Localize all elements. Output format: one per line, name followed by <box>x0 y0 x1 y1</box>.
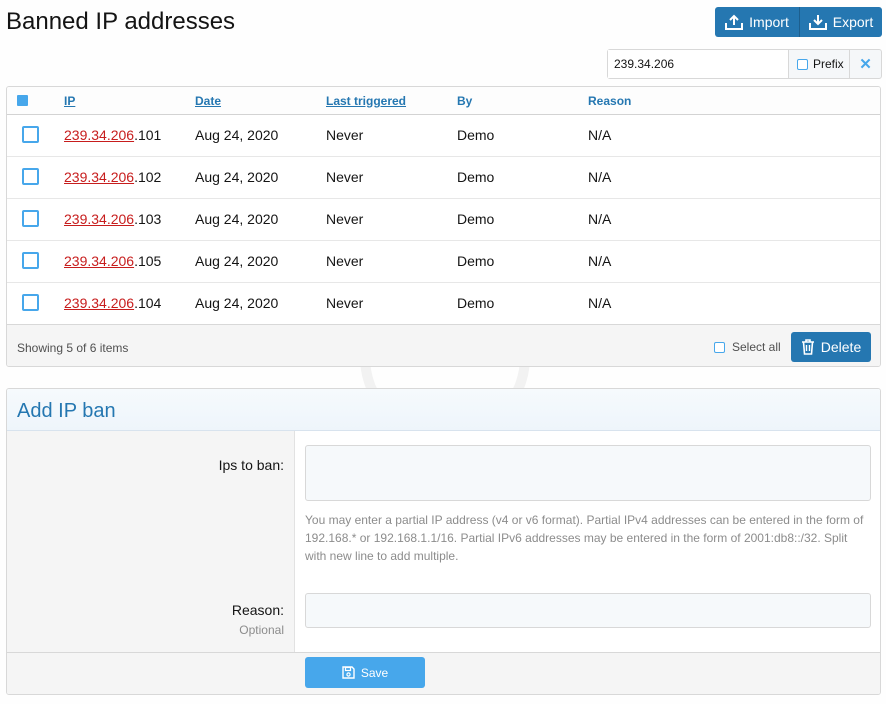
column-header-reason: Reason <box>588 94 632 108</box>
by-cell: Demo <box>457 295 495 311</box>
ips-to-ban-textarea[interactable] <box>305 445 871 501</box>
select-all-box[interactable] <box>714 341 725 353</box>
column-header-date[interactable]: Date <box>195 94 221 108</box>
by-cell: Demo <box>457 169 495 185</box>
reason-cell: N/A <box>588 169 612 185</box>
table-footer: Showing 5 of 6 items Select all Delete <box>7 324 880 366</box>
ip-suffix: .101 <box>134 127 162 143</box>
import-label: Import <box>749 14 789 30</box>
export-label: Export <box>832 14 874 30</box>
column-header-last-triggered[interactable]: Last triggered <box>326 94 406 108</box>
date-cell: Aug 24, 2020 <box>195 169 279 185</box>
delete-button[interactable]: Delete <box>791 332 871 362</box>
last-triggered-cell: Never <box>326 169 364 185</box>
column-header-ip[interactable]: IP <box>64 94 75 108</box>
reason-cell: N/A <box>588 127 612 143</box>
ip-cell: 239.34.206.105 <box>64 253 161 269</box>
ip-cell: 239.34.206.104 <box>64 295 161 311</box>
select-all-checkbox[interactable]: Select all <box>714 340 781 354</box>
reason-optional-label: Optional <box>239 623 284 637</box>
table-header: IP Date Last triggered By Reason <box>7 87 880 115</box>
table-row: 239.34.206.105 Aug 24, 2020 Never Demo N… <box>7 241 880 283</box>
by-cell: Demo <box>457 211 495 227</box>
banned-ip-table: IP Date Last triggered By Reason 239.34.… <box>6 86 881 367</box>
save-button[interactable]: Save <box>305 657 425 688</box>
row-checkbox[interactable] <box>22 252 39 269</box>
filter-bar: Prefix ✕ <box>607 49 882 79</box>
floppy-icon <box>342 666 355 679</box>
reason-label: Reason: <box>231 602 284 618</box>
table-row: 239.34.206.101 Aug 24, 2020 Never Demo N… <box>7 115 880 157</box>
table-row: 239.34.206.104 Aug 24, 2020 Never Demo N… <box>7 283 880 325</box>
row-checkbox[interactable] <box>22 126 39 143</box>
ip-suffix: .104 <box>134 295 162 311</box>
reason-input[interactable] <box>305 593 871 628</box>
by-cell: Demo <box>457 253 495 269</box>
row-checkbox[interactable] <box>22 210 39 227</box>
ip-cell: 239.34.206.101 <box>64 127 161 143</box>
ip-prefix-link[interactable]: 239.34.206 <box>64 211 134 227</box>
ip-prefix-link[interactable]: 239.34.206 <box>64 295 134 311</box>
row-checkbox[interactable] <box>22 168 39 185</box>
reason-cell: N/A <box>588 295 612 311</box>
last-triggered-cell: Never <box>326 295 364 311</box>
ip-prefix-link[interactable]: 239.34.206 <box>64 127 134 143</box>
clear-filter-button[interactable]: ✕ <box>850 50 881 78</box>
date-cell: Aug 24, 2020 <box>195 127 279 143</box>
prefix-checkbox-box[interactable] <box>797 58 808 70</box>
filter-input[interactable] <box>608 50 789 78</box>
date-cell: Aug 24, 2020 <box>195 211 279 227</box>
ip-cell: 239.34.206.103 <box>64 211 161 227</box>
last-triggered-cell: Never <box>326 127 364 143</box>
page-title: Banned IP addresses <box>6 8 236 35</box>
ip-suffix: .103 <box>134 211 162 227</box>
form-title: Add IP ban <box>7 389 880 431</box>
table-row: 239.34.206.102 Aug 24, 2020 Never Demo N… <box>7 157 880 199</box>
trash-icon <box>801 339 814 355</box>
ips-to-ban-label: Ips to ban: <box>218 457 284 473</box>
import-export-group: Import Export <box>715 7 882 37</box>
close-icon: ✕ <box>859 56 872 73</box>
prefix-checkbox[interactable]: Prefix <box>789 50 850 78</box>
reason-cell: N/A <box>588 253 612 269</box>
prefix-label: Prefix <box>813 57 844 71</box>
header-select-all-checkbox[interactable] <box>17 95 28 106</box>
add-ip-ban-form: Add IP ban Ips to ban: You may enter a p… <box>6 388 881 695</box>
last-triggered-cell: Never <box>326 253 364 269</box>
form-footer: Save <box>7 652 880 694</box>
table-row: 239.34.206.103 Aug 24, 2020 Never Demo N… <box>7 199 880 241</box>
ip-suffix: .102 <box>134 169 162 185</box>
row-checkbox[interactable] <box>22 294 39 311</box>
ip-suffix: .105 <box>134 253 162 269</box>
form-body: Ips to ban: You may enter a partial IP a… <box>7 431 880 652</box>
column-header-by: By <box>457 94 473 108</box>
save-label: Save <box>360 665 389 680</box>
import-button[interactable]: Import <box>715 7 800 37</box>
date-cell: Aug 24, 2020 <box>195 295 279 311</box>
ip-prefix-link[interactable]: 239.34.206 <box>64 169 134 185</box>
select-all-label: Select all <box>732 340 781 354</box>
export-button[interactable]: Export <box>800 7 882 37</box>
reason-cell: N/A <box>588 211 612 227</box>
by-cell: Demo <box>457 127 495 143</box>
delete-label: Delete <box>820 339 862 355</box>
upload-icon <box>725 14 744 30</box>
item-count: Showing 5 of 6 items <box>17 341 129 355</box>
download-icon <box>808 15 827 30</box>
last-triggered-cell: Never <box>326 211 364 227</box>
ip-cell: 239.34.206.102 <box>64 169 161 185</box>
date-cell: Aug 24, 2020 <box>195 253 279 269</box>
ip-prefix-link[interactable]: 239.34.206 <box>64 253 134 269</box>
ips-hint-text: You may enter a partial IP address (v4 o… <box>305 513 864 563</box>
